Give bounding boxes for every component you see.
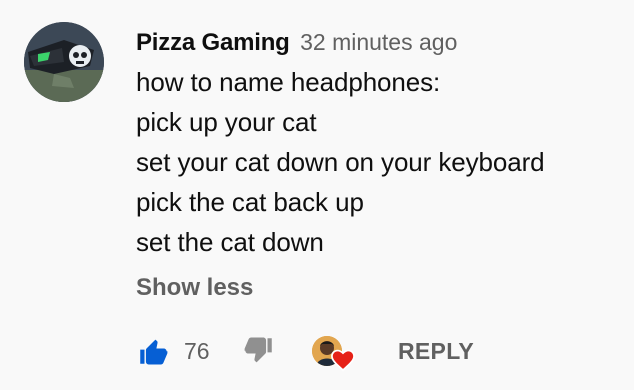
heart-icon [330, 348, 356, 372]
comment-line: set your cat down on your keyboard [136, 147, 545, 177]
comment-header: Pizza Gaming 32 minutes ago [136, 26, 616, 58]
comment-thread: Pizza Gaming 32 minutes ago how to name … [0, 0, 634, 390]
like-button[interactable] [136, 334, 170, 368]
thumbs-down-icon [244, 337, 272, 363]
author-avatar[interactable] [24, 22, 104, 102]
comment-line: set the cat down [136, 227, 324, 257]
thumbs-up-icon [140, 339, 168, 365]
reply-button[interactable]: REPLY [398, 334, 474, 368]
comment-timestamp[interactable]: 32 minutes ago [300, 29, 457, 55]
creator-heart [312, 332, 358, 374]
author-name[interactable]: Pizza Gaming [136, 29, 290, 56]
like-count: 76 [184, 338, 210, 364]
comment-line: how to name headphones: [136, 67, 441, 97]
dislike-button[interactable] [242, 334, 276, 368]
comment-line: pick the cat back up [136, 187, 364, 217]
comment-body: Pizza Gaming 32 minutes ago how to name … [136, 26, 616, 308]
heart-shape [331, 349, 355, 372]
comment-text: how to name headphones: pick up your cat… [136, 62, 616, 262]
show-less-button[interactable]: Show less [136, 268, 616, 308]
comment-line: pick up your cat [136, 107, 317, 137]
comment-actions: 76 REPLY [136, 330, 616, 372]
author-avatar-image [24, 22, 104, 102]
